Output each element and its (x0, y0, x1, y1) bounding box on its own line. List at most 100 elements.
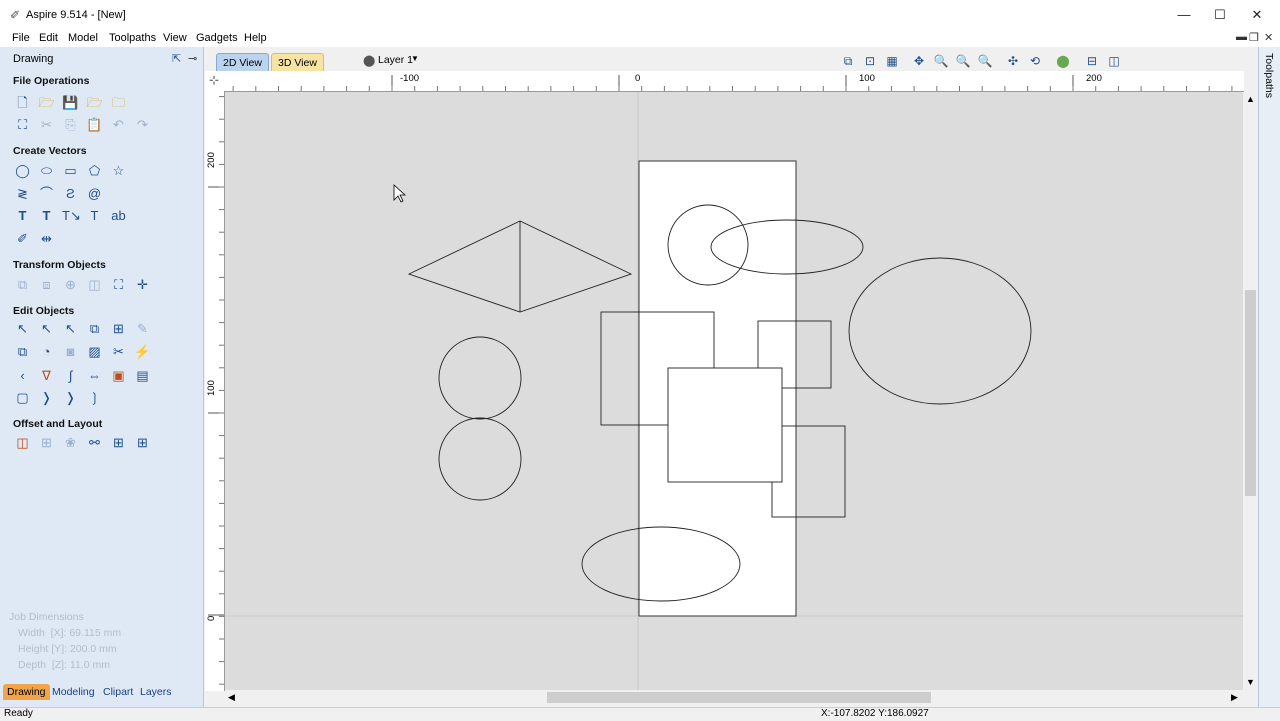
distort-icon[interactable]: ⛶ (110, 276, 127, 293)
weld-icon[interactable]: ⧉ (14, 343, 31, 360)
tab-2d-view[interactable]: 2D View (216, 53, 269, 73)
contour-icon[interactable]: ❳ (86, 389, 103, 406)
cut-icon[interactable]: ✂ (38, 116, 55, 133)
dimensions-icon[interactable]: ⇹ (38, 230, 55, 247)
copy-icon[interactable]: ⎘ (62, 116, 79, 133)
transform-mode-icon[interactable]: ↖ (62, 320, 79, 337)
close-vector-icon[interactable]: ∇ (38, 367, 55, 384)
zoom-out-icon[interactable]: 🔍 (954, 52, 972, 70)
draw-arc-icon[interactable]: ⌒ (38, 185, 55, 202)
draw-curve-icon[interactable]: Ƨ (62, 185, 79, 202)
draw-polyline-icon[interactable]: ≷ (14, 185, 31, 202)
open-file-icon[interactable]: 🗁 (38, 94, 55, 111)
tab-layers[interactable]: Layers (136, 684, 176, 700)
tab-modeling[interactable]: Modeling (48, 684, 99, 700)
canvas-svg[interactable] (225, 92, 1243, 690)
nesting-icon[interactable]: ⊞ (110, 434, 127, 451)
image-icon[interactable]: ▤ (134, 367, 151, 384)
circle-vector-bottom[interactable] (438, 417, 522, 501)
intersect-icon[interactable]: ◙ (62, 343, 79, 360)
save-file-icon[interactable]: 💾 (62, 94, 79, 111)
rectangle-vector-center[interactable] (667, 367, 783, 483)
tab-drawing[interactable]: Drawing (3, 684, 50, 700)
new-file-icon[interactable]: 🗋 (14, 94, 31, 111)
mdi-close-icon[interactable]: ✕ (1264, 31, 1273, 44)
scroll-down-icon[interactable]: ▼ (1246, 677, 1255, 687)
fillet-icon[interactable]: ⚡ (134, 343, 151, 360)
layer-dropdown-chevron-icon[interactable]: ▼ (411, 54, 419, 63)
scroll-up-icon[interactable]: ▲ (1246, 94, 1255, 104)
zoom-in-icon[interactable]: 🔍 (932, 52, 950, 70)
subtract-icon[interactable]: ◔ (38, 343, 55, 360)
mirror-icon[interactable]: ◫ (86, 276, 103, 293)
auto-layout-text-icon[interactable]: T (38, 207, 55, 224)
drawing-canvas[interactable] (225, 92, 1243, 690)
zoom-fit-icon[interactable]: 🔍 (976, 52, 994, 70)
vertical-scrollbar[interactable]: ▲ ▼ (1243, 92, 1258, 690)
menu-help[interactable]: Help (244, 32, 267, 44)
scroll-left-icon[interactable]: ◀ (228, 692, 235, 703)
draw-spiral-icon[interactable]: @ (86, 185, 103, 202)
move-icon[interactable]: ⧉ (14, 276, 31, 293)
extend-icon[interactable]: ❭ (38, 389, 55, 406)
arrow-shape-icon[interactable]: ⇔ (86, 367, 103, 384)
tile-view-icon[interactable]: ⊟ (1083, 52, 1101, 70)
ellipse-vector-right[interactable] (848, 257, 1032, 405)
paste-icon[interactable]: 📋 (86, 116, 103, 133)
draw-circle-icon[interactable]: ◯ (14, 162, 31, 179)
trace-bitmap-icon[interactable]: ✐ (14, 230, 31, 247)
ruler-corner[interactable]: ⊹ (205, 71, 225, 92)
draw-polygon-icon[interactable]: ⬠ (86, 162, 103, 179)
maximize-button[interactable]: ☐ (1205, 6, 1235, 24)
tab-clipart[interactable]: Clipart (99, 684, 137, 700)
draw-star-icon[interactable]: ☆ (110, 162, 127, 179)
tab-3d-view[interactable]: 3D View (271, 53, 324, 73)
import-vectors-icon[interactable]: 🗁 (86, 94, 103, 111)
group-icon[interactable]: ⊞ (110, 320, 127, 337)
zoom-box-icon[interactable]: ⧉ (839, 52, 857, 70)
mdi-restore-icon[interactable]: ❐ (1249, 31, 1259, 44)
job-setup-icon[interactable]: ⛶ (14, 116, 31, 133)
align-icon[interactable]: ⊕ (62, 276, 79, 293)
smooth-icon[interactable]: ∫ (62, 367, 79, 384)
horizontal-scrollbar[interactable]: ◀ ▶ (225, 690, 1243, 705)
offset-icon[interactable]: ◫ (14, 434, 31, 451)
bend-icon[interactable]: ❭ (62, 389, 79, 406)
horizontal-scroll-thumb[interactable] (547, 692, 931, 703)
panel-autohide-icon[interactable]: ⊸ (188, 52, 197, 65)
text-arc-icon[interactable]: T (86, 207, 103, 224)
select-icon[interactable]: ↖ (14, 320, 31, 337)
circular-array-icon[interactable]: ❀ (62, 434, 79, 451)
node-edit-icon[interactable]: ↖ (38, 320, 55, 337)
interactive-select-icon[interactable]: ⧉ (86, 320, 103, 337)
layer-dropdown[interactable]: Layer 1 (378, 54, 413, 66)
zoom-extents-icon[interactable]: ⊡ (861, 52, 879, 70)
menu-gadgets[interactable]: Gadgets (196, 32, 238, 44)
create-bitmap-icon[interactable]: ▣ (110, 367, 127, 384)
measure-icon[interactable]: ✎ (134, 320, 151, 337)
mdi-minimize-icon[interactable]: ▬ (1236, 31, 1247, 43)
menu-model[interactable]: Model (68, 32, 98, 44)
offset-shape-icon[interactable]: ▢ (14, 389, 31, 406)
material-icon[interactable]: ⬤ (1054, 52, 1072, 70)
scissors-icon[interactable]: ✂ (110, 343, 127, 360)
fill-pattern-icon[interactable]: ⊞ (134, 434, 151, 451)
grid-icon[interactable]: ▦ (883, 52, 901, 70)
menu-file[interactable]: File (12, 32, 30, 44)
set-size-icon[interactable]: ✛ (134, 276, 151, 293)
copy-along-vector-icon[interactable]: ⚯ (86, 434, 103, 451)
close-button[interactable]: ✕ (1242, 6, 1272, 24)
join-icon[interactable]: ‹ (14, 367, 31, 384)
panel-pin-icon[interactable]: ⇱ (172, 52, 181, 65)
toolpaths-dock-label[interactable]: Toolpaths (1263, 53, 1275, 98)
split-view-icon[interactable]: ◫ (1105, 52, 1123, 70)
text-on-curve-icon[interactable]: T↘ (62, 207, 81, 224)
scale-icon[interactable]: ⧈ (38, 276, 55, 293)
snap-grid-icon[interactable]: ⟲ (1026, 52, 1044, 70)
circle-vector-middle[interactable] (438, 336, 522, 420)
toolpaths-dock[interactable]: Toolpaths (1258, 47, 1280, 707)
undo-icon[interactable]: ↶ (110, 116, 127, 133)
scroll-right-icon[interactable]: ▶ (1231, 692, 1238, 703)
minimize-button[interactable]: — (1169, 6, 1199, 24)
snap-icon[interactable]: ✣ (1004, 52, 1022, 70)
